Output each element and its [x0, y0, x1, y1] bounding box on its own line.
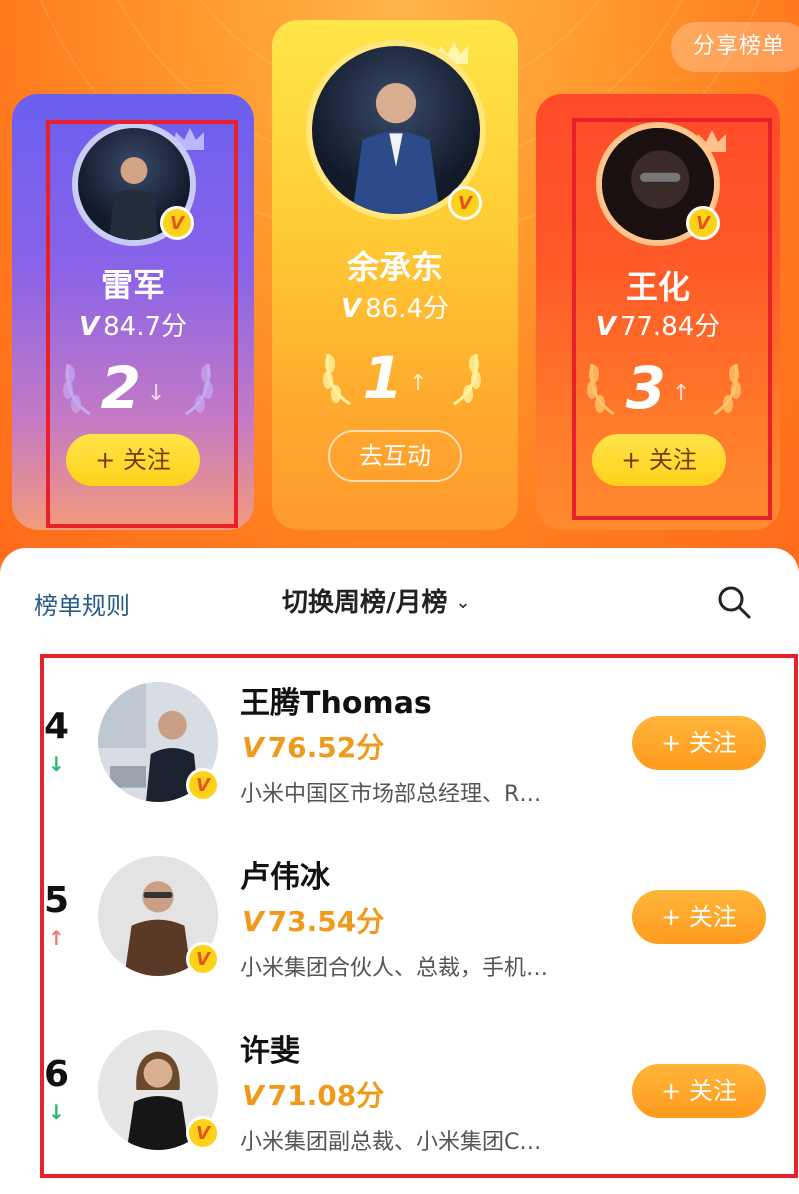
leaderboard-hero: 分享榜单 V 雷军 V 84.7分 2 ↓ + 关注 V 余承东 V 86.4分 1 ↑… — [0, 0, 799, 600]
user-description: 小米集团合伙人、总裁，手机… — [240, 956, 549, 981]
follow-button[interactable]: + 关注 — [632, 890, 766, 944]
podium-rank: 1 ↑ — [272, 344, 518, 412]
search-icon[interactable] — [716, 584, 752, 620]
podium-score: V 77.84分 — [536, 306, 780, 343]
list-item[interactable]: 5 ↑ V 卢伟冰 V 73.54分 小米集团合伙人、总裁，手机… + 关注 — [0, 830, 799, 1004]
user-score-value: 71.08分 — [267, 1079, 385, 1112]
trend-down-icon: ↓ — [48, 1100, 65, 1124]
chevron-down-icon: ⌄ — [455, 592, 471, 613]
podium-score-value: 77.84分 — [619, 312, 721, 342]
podium-name: 王化 — [625, 268, 690, 306]
score-v-mark: V — [340, 294, 362, 324]
podium-rank: 3 ↑ — [536, 354, 780, 422]
share-leaderboard-button[interactable]: 分享榜单 — [671, 22, 799, 72]
trend-up-icon: ↑ — [408, 371, 428, 396]
follow-button[interactable]: + 关注 — [592, 434, 726, 486]
user-description: 小米中国区市场部总经理、R… — [240, 782, 542, 807]
podium-score: V 84.7分 — [12, 306, 254, 343]
rules-link[interactable]: 榜单规则 — [34, 586, 130, 621]
score-v-mark: V — [242, 905, 264, 938]
podium-name: 雷军 — [100, 266, 165, 304]
trend-down-icon: ↓ — [146, 381, 166, 406]
follow-button[interactable]: + 关注 — [632, 716, 766, 770]
rank-number: 4 — [44, 706, 70, 747]
podium-rank-number: 3 — [625, 354, 666, 422]
user-score: V 71.08分 — [242, 1074, 384, 1114]
podium-score-value: 84.7分 — [103, 312, 188, 342]
period-switch-dropdown[interactable]: 切换周榜/月榜 ⌄ — [282, 582, 471, 619]
rank-number: 6 — [44, 1054, 70, 1095]
follow-button[interactable]: + 关注 — [632, 1064, 766, 1118]
interact-button[interactable]: 去互动 — [328, 430, 462, 482]
period-switch-label: 切换周榜/月榜 — [282, 588, 448, 618]
user-score-value: 76.52分 — [267, 731, 385, 764]
user-description: 小米集团副总裁、小米集团C… — [240, 1130, 542, 1155]
podium-name: 余承东 — [346, 248, 443, 286]
ranking-list-sheet: 榜单规则 切换周榜/月榜 ⌄ 4 ↓ V 王腾Thomas V 76.52分 小米中… — [0, 548, 799, 1194]
verified-badge-icon: V — [160, 206, 194, 240]
verified-badge-icon: V — [448, 186, 482, 220]
rank-number: 5 — [44, 880, 70, 921]
score-v-mark: V — [242, 1079, 264, 1112]
score-v-mark: V — [242, 731, 264, 764]
follow-button[interactable]: + 关注 — [66, 434, 200, 486]
podium-score-value: 86.4分 — [365, 294, 450, 324]
list-toolbar: 榜单规则 切换周榜/月榜 ⌄ — [0, 548, 799, 658]
score-v-mark: V — [78, 312, 100, 342]
user-name: 许斐 — [240, 1034, 300, 1069]
user-name: 卢伟冰 — [240, 860, 330, 895]
score-v-mark: V — [595, 312, 616, 342]
user-score-value: 73.54分 — [267, 905, 385, 938]
trend-down-icon: ↓ — [48, 752, 65, 776]
podium-score: V 86.4分 — [272, 288, 518, 325]
trend-up-icon: ↑ — [671, 381, 691, 406]
list-item[interactable]: 6 ↓ V 许斐 V 71.08分 小米集团副总裁、小米集团C… + 关注 — [0, 1004, 799, 1178]
user-name: 王腾Thomas — [240, 686, 432, 721]
verified-badge-icon: V — [186, 768, 220, 802]
verified-badge-icon: V — [186, 1116, 220, 1150]
podium-rank: 2 ↓ — [12, 354, 254, 422]
trend-up-icon: ↑ — [48, 926, 65, 950]
podium-rank-number: 1 — [362, 344, 403, 412]
list-item[interactable]: 4 ↓ V 王腾Thomas V 76.52分 小米中国区市场部总经理、R… + … — [0, 656, 799, 830]
verified-badge-icon: V — [686, 206, 720, 240]
verified-badge-icon: V — [186, 942, 220, 976]
user-score: V 76.52分 — [242, 726, 384, 766]
podium-rank-number: 2 — [100, 354, 141, 422]
user-score: V 73.54分 — [242, 900, 384, 940]
